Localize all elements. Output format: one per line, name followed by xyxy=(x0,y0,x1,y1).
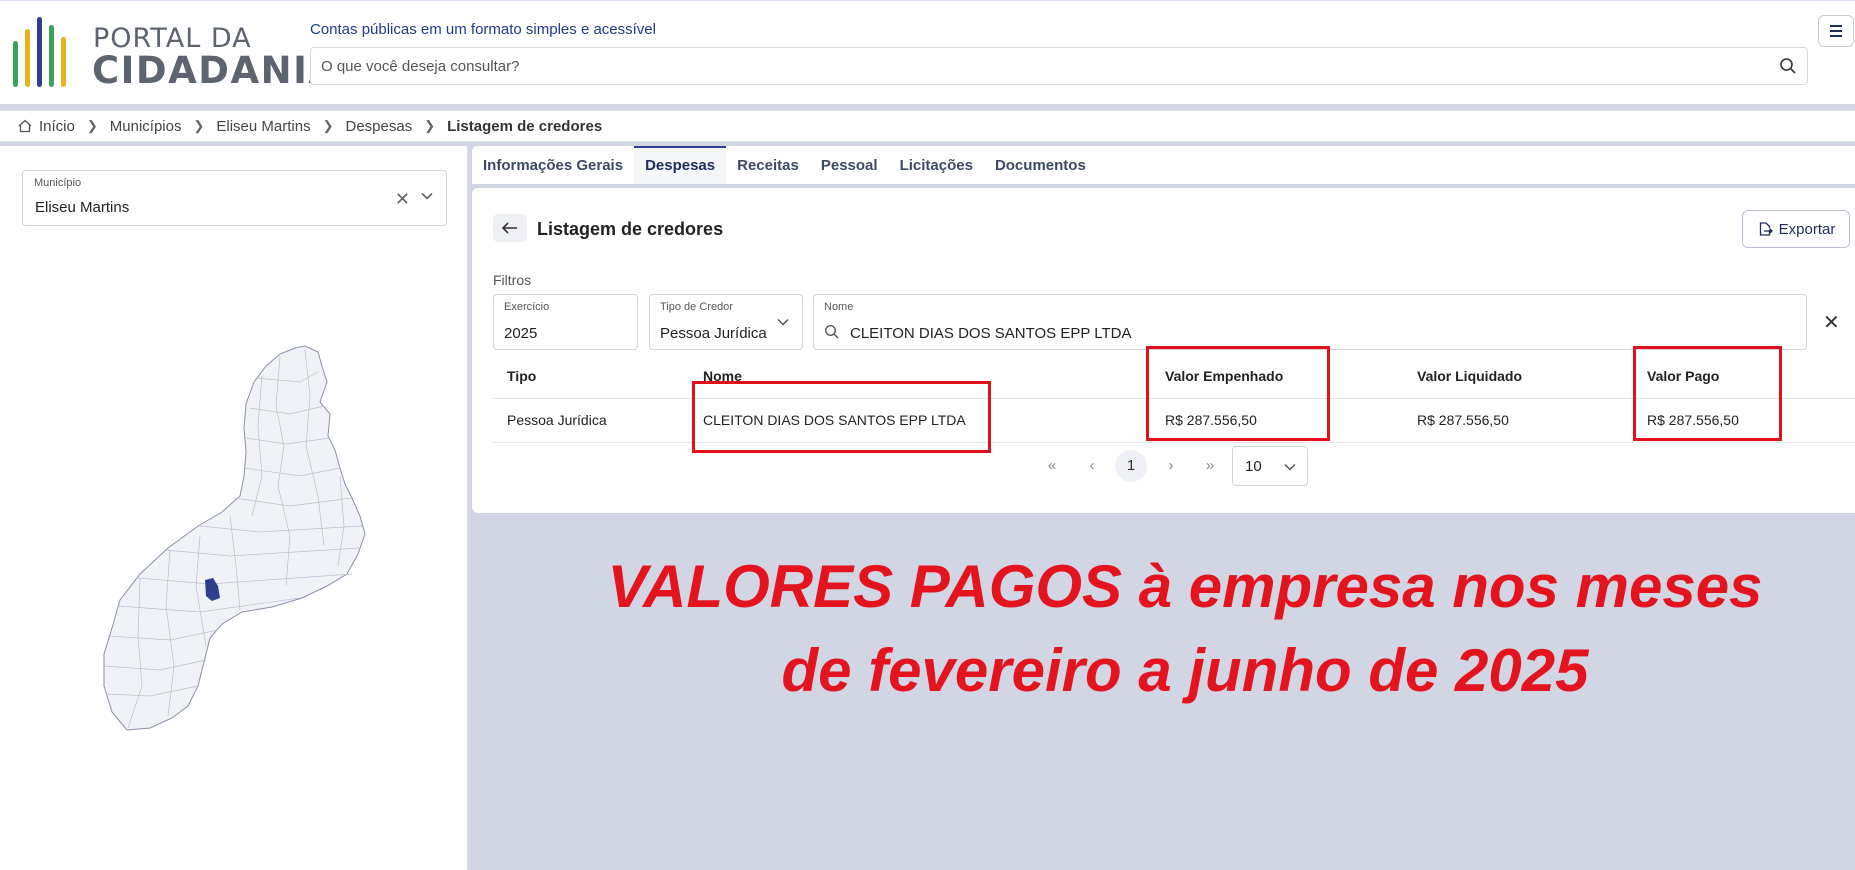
chevron-right-icon: ❯ xyxy=(424,118,436,133)
tab-documentos[interactable]: Documentos xyxy=(984,146,1097,184)
chevron-right-icon: ❯ xyxy=(86,118,98,133)
export-label: Exportar xyxy=(1778,220,1836,238)
sidebar: Município Eliseu Martins ✕ xyxy=(0,146,468,870)
breadcrumb-current: Listagem de credores xyxy=(447,117,603,135)
breadcrumb: Início ❯ Municípios ❯ Eliseu Martins ❯ D… xyxy=(0,110,1855,142)
exercicio-value: 2025 xyxy=(504,325,538,342)
page-title: Listagem de credores xyxy=(537,219,724,239)
last-page-icon[interactable]: » xyxy=(1194,450,1226,482)
breadcrumb-label-inicio: Início xyxy=(39,117,75,135)
first-page-icon[interactable]: « xyxy=(1036,450,1068,482)
breadcrumb-despesas[interactable]: Despesas xyxy=(345,118,412,135)
search-icon xyxy=(824,324,839,339)
clear-filters-icon[interactable]: ✕ xyxy=(1823,310,1840,335)
chevron-down-icon xyxy=(777,318,789,326)
search-input[interactable] xyxy=(321,48,1761,84)
breadcrumb-municipio[interactable]: Eliseu Martins xyxy=(216,118,310,135)
tab-despesas[interactable]: Despesas xyxy=(634,146,727,184)
tipo-credor-label: Tipo de Credor xyxy=(660,301,733,313)
tagline: Contas públicas em um formato simples e … xyxy=(310,21,656,38)
exercicio-label: Exercício xyxy=(504,301,550,313)
chevron-down-icon xyxy=(1284,463,1296,471)
cell-tipo: Pessoa Jurídica xyxy=(493,398,703,443)
highlight-box-valor-pago xyxy=(1633,346,1782,441)
export-icon xyxy=(1759,222,1773,236)
back-button[interactable] xyxy=(493,214,527,242)
nome-field[interactable]: Nome CLEITON DIAS DOS SANTOS EPP LTDA xyxy=(813,294,1807,350)
annotation-line-2: de fevereiro a junho de 2025 xyxy=(781,637,1589,704)
tab-licitacoes[interactable]: Licitações xyxy=(889,146,984,184)
portal-logo-icon[interactable] xyxy=(13,17,77,87)
page-number-button[interactable]: 1 xyxy=(1115,450,1147,482)
cell-valor-liquidado: R$ 287.556,50 xyxy=(1417,398,1647,443)
page-size-value: 10 xyxy=(1245,458,1262,475)
header: PORTAL DA CIDADANIA Contas públicas em u… xyxy=(0,0,1855,104)
page-size-select[interactable]: 10 xyxy=(1232,446,1308,486)
next-page-icon[interactable]: › xyxy=(1155,450,1187,482)
column-header-valor-liquidado[interactable]: Valor Liquidado xyxy=(1417,354,1647,399)
highlight-box-nome xyxy=(692,381,991,453)
chevron-right-icon: ❯ xyxy=(193,118,205,133)
nome-value: CLEITON DIAS DOS SANTOS EPP LTDA xyxy=(850,325,1132,342)
menu-button[interactable] xyxy=(1818,15,1854,47)
tipo-credor-value: Pessoa Jurídica xyxy=(660,325,767,342)
tipo-credor-select[interactable]: Tipo de Credor Pessoa Jurídica xyxy=(649,294,803,350)
breadcrumb-home[interactable]: Início xyxy=(18,118,75,135)
arrow-left-icon xyxy=(501,222,517,234)
state-map[interactable] xyxy=(0,146,468,870)
annotation-line-1: VALORES PAGOS à empresa nos meses xyxy=(607,553,1763,620)
prev-page-icon[interactable]: ‹ xyxy=(1076,450,1108,482)
filters-label: Filtros xyxy=(493,272,532,288)
tab-receitas[interactable]: Receitas xyxy=(726,146,810,184)
home-icon xyxy=(18,119,32,133)
breadcrumb-municipios[interactable]: Municípios xyxy=(110,118,182,135)
pagination: « ‹ 1 › » 10 xyxy=(472,446,1855,486)
logo-text-line2: CIDADANIA xyxy=(92,49,339,92)
hamburger-icon xyxy=(1830,25,1842,37)
export-button[interactable]: Exportar xyxy=(1742,210,1850,248)
search-box[interactable] xyxy=(310,47,1808,85)
highlight-box-valor-empenhado xyxy=(1146,346,1330,441)
tab-bar: Informações Gerais Despesas Receitas Pes… xyxy=(472,146,1855,184)
tab-informacoes-gerais[interactable]: Informações Gerais xyxy=(472,146,634,184)
column-header-tipo[interactable]: Tipo xyxy=(493,354,703,399)
chevron-right-icon: ❯ xyxy=(322,118,334,133)
annotation-caption: VALORES PAGOS à empresa nos meses de fev… xyxy=(560,545,1810,713)
exercicio-field[interactable]: Exercício 2025 xyxy=(493,294,638,350)
nome-label: Nome xyxy=(824,301,854,313)
tab-pessoal[interactable]: Pessoal xyxy=(810,146,889,184)
map-outline xyxy=(103,345,366,731)
search-icon[interactable] xyxy=(1779,57,1797,75)
